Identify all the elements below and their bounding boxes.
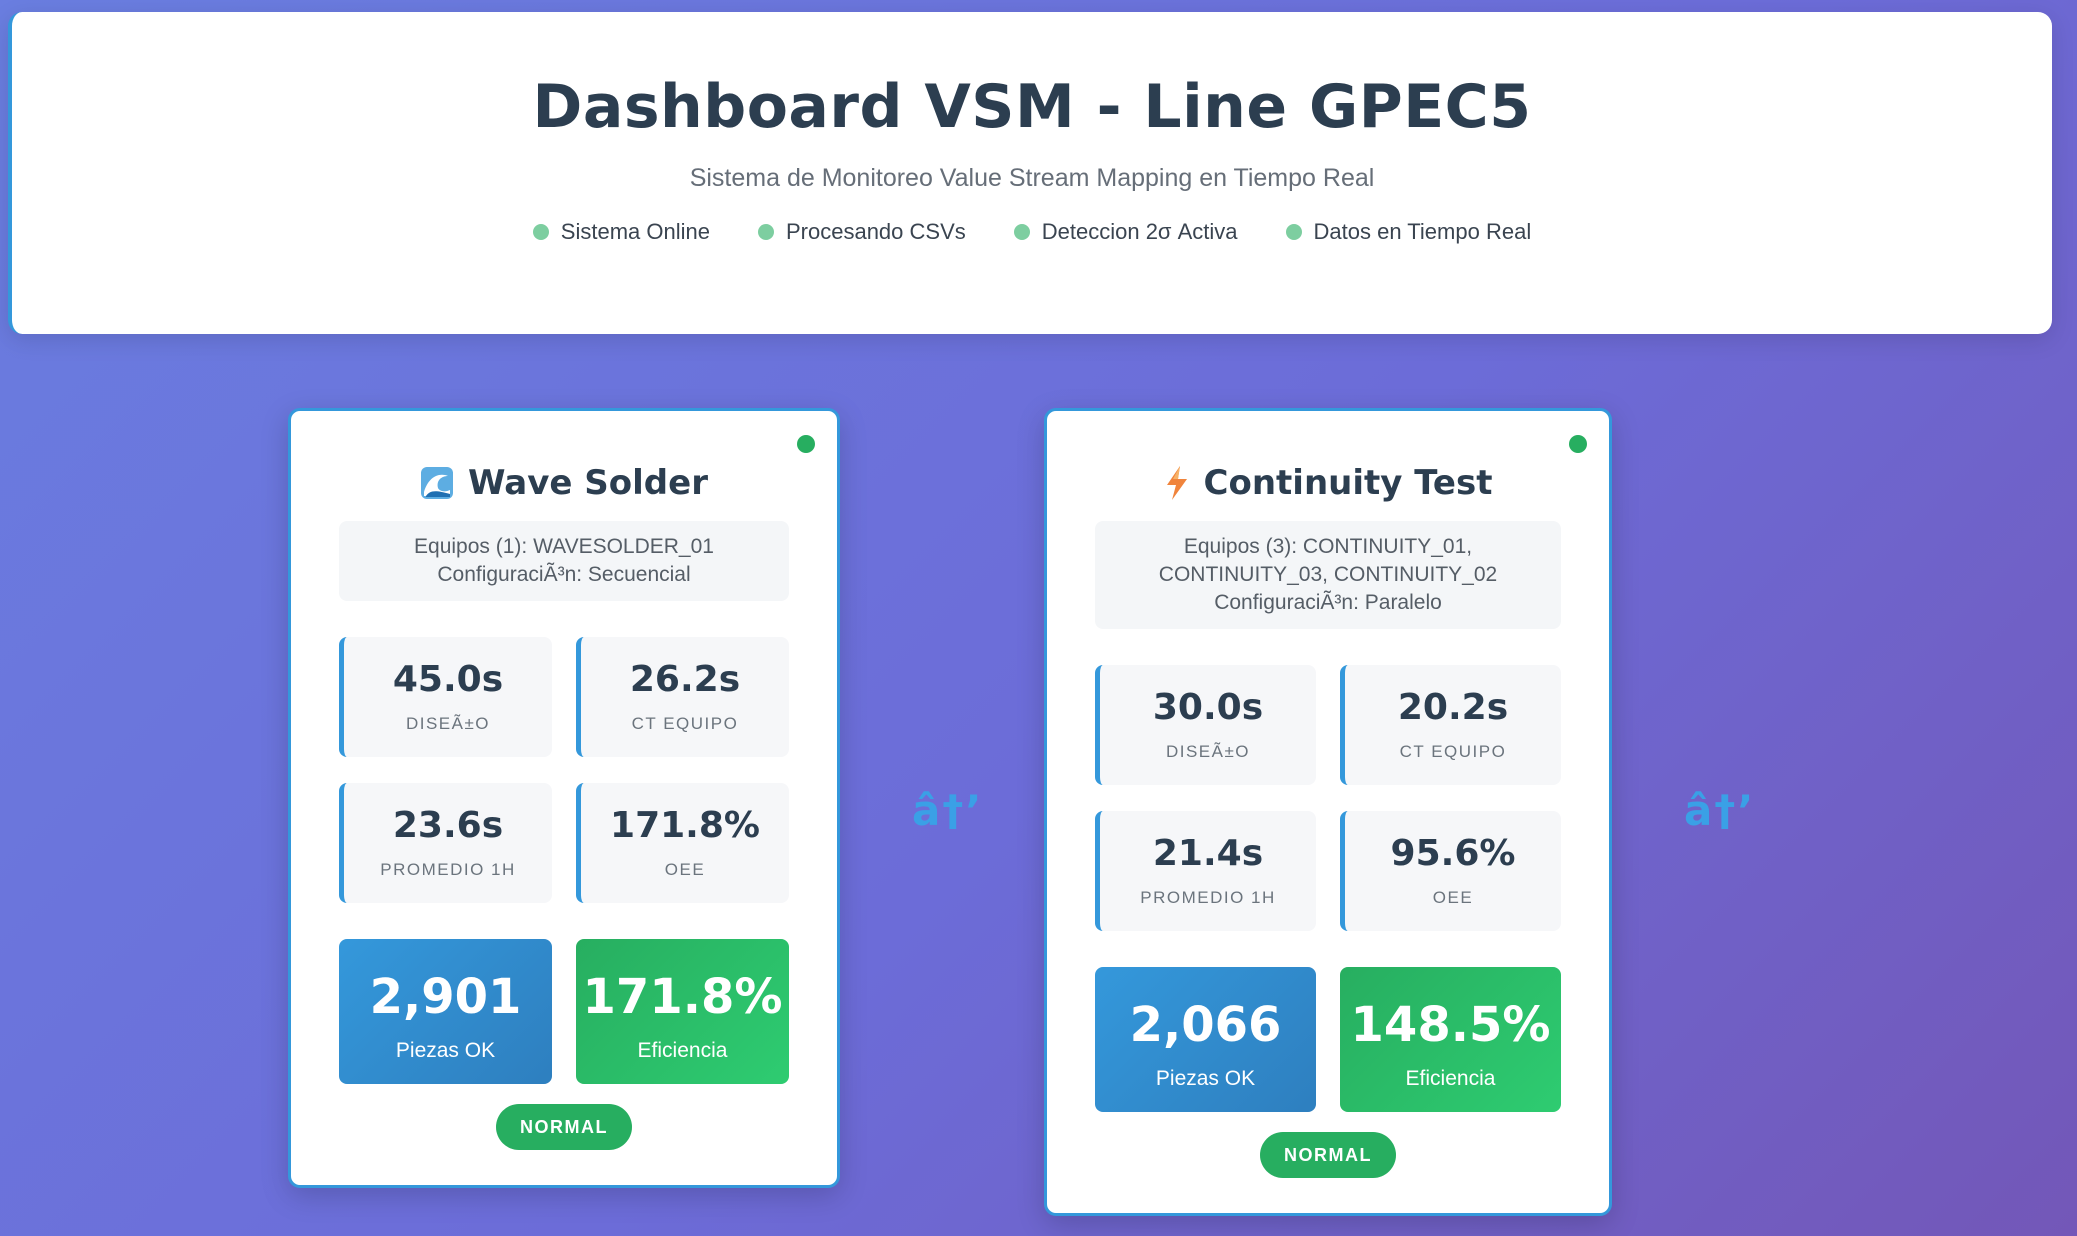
metric-oee: 171.8% OEE <box>576 783 789 903</box>
kpi-eficiencia: 148.5% Eficiencia <box>1340 967 1561 1112</box>
status-item-online: Sistema Online <box>532 219 710 245</box>
status-label: Procesando CSVs <box>785 219 966 244</box>
metric-oee: 95.6% OEE <box>1340 811 1561 931</box>
flow-arrow: â†’ <box>1684 786 1756 835</box>
lightning-icon <box>1166 466 1187 500</box>
metric-ct-equipo: 20.2s CT EQUIPO <box>1340 665 1561 785</box>
station-name: Continuity Test <box>1203 463 1493 503</box>
kpi-eficiencia: 171.8% Eficiencia <box>576 939 789 1084</box>
station-title: Wave Solder <box>291 463 837 503</box>
kpi-label: Piezas OK <box>395 1039 496 1062</box>
equipment-info: Equipos (1): WAVESOLDER_01 ConfiguraciÃ³… <box>339 521 789 601</box>
kpi-value: 2,066 <box>1129 997 1282 1053</box>
metric-label: CT EQUIPO <box>1399 742 1507 761</box>
status-dot-icon <box>1013 224 1030 240</box>
dashboard-header: Dashboard VSM - Line GPEC5 Sistema de Mo… <box>8 12 2052 334</box>
equipment-list: Equipos (1): WAVESOLDER_01 <box>414 535 714 558</box>
metric-label: PROMEDIO 1H <box>1140 888 1276 907</box>
metric-label: DISEÃ±O <box>405 714 491 733</box>
configuration-label: ConfiguraciÃ³n: Paralelo <box>1214 591 1442 614</box>
metric-value: 26.2s <box>629 659 741 700</box>
status-indicators: Sistema Online Procesando CSVs Deteccion… <box>12 219 2052 245</box>
metric-grid: 45.0s DISEÃ±O 26.2s CT EQUIPO 23.6s PROM… <box>339 637 789 903</box>
kpi-value: 171.8% <box>582 969 783 1025</box>
metric-value: 20.2s <box>1397 687 1509 728</box>
station-card-wave-solder[interactable]: Wave Solder Equipos (1): WAVESOLDER_01 C… <box>288 408 840 1188</box>
page-title: Dashboard VSM - Line GPEC5 <box>532 72 1532 142</box>
kpi-grid: 2,066 Piezas OK 148.5% Eficiencia <box>1095 967 1561 1112</box>
metric-value: 95.6% <box>1390 833 1516 874</box>
kpi-piezas-ok: 2,066 Piezas OK <box>1095 967 1316 1112</box>
metric-value: 45.0s <box>392 659 504 700</box>
flow-arrow: â†’ <box>912 786 984 835</box>
metric-value: 171.8% <box>610 805 760 846</box>
kpi-label: Piezas OK <box>1155 1067 1256 1090</box>
metric-promedio: 23.6s PROMEDIO 1H <box>339 783 552 903</box>
metric-ct-equipo: 26.2s CT EQUIPO <box>576 637 789 757</box>
station-card-continuity-test[interactable]: Continuity Test Equipos (3): CONTINUITY_… <box>1044 408 1612 1216</box>
kpi-label: Eficiencia <box>1405 1067 1496 1090</box>
status-dot-icon <box>532 224 549 240</box>
metric-value: 21.4s <box>1152 833 1264 874</box>
status-badge: NORMAL <box>496 1104 632 1150</box>
status-label: Datos en Tiempo Real <box>1313 219 1532 244</box>
station-title: Continuity Test <box>1047 463 1609 503</box>
metric-label: DISEÃ±O <box>1165 742 1251 761</box>
configuration-label: ConfiguraciÃ³n: Secuencial <box>437 563 691 586</box>
wave-icon <box>421 467 454 499</box>
page-subtitle: Sistema de Monitoreo Value Stream Mappin… <box>689 164 1375 192</box>
equipment-list: Equipos (3): CONTINUITY_01, CONTINUITY_0… <box>1158 535 1498 586</box>
metric-label: OEE <box>664 860 706 879</box>
metric-design: 30.0s DISEÃ±O <box>1095 665 1316 785</box>
metric-value: 30.0s <box>1152 687 1264 728</box>
kpi-value: 2,901 <box>369 969 522 1025</box>
live-status-icon <box>1569 435 1587 453</box>
station-name: Wave Solder <box>468 463 708 503</box>
kpi-grid: 2,901 Piezas OK 171.8% Eficiencia <box>339 939 789 1084</box>
status-dot-icon <box>757 224 774 240</box>
status-item-csv: Procesando CSVs <box>757 219 966 245</box>
metric-label: OEE <box>1432 888 1474 907</box>
kpi-value: 148.5% <box>1350 997 1551 1053</box>
status-label: Deteccion 2σ Activa <box>1041 219 1238 244</box>
kpi-label: Eficiencia <box>637 1039 728 1062</box>
kpi-piezas-ok: 2,901 Piezas OK <box>339 939 552 1084</box>
status-item-realtime: Datos en Tiempo Real <box>1285 219 1532 245</box>
equipment-info: Equipos (3): CONTINUITY_01, CONTINUITY_0… <box>1095 521 1561 629</box>
status-label: Sistema Online <box>560 219 710 244</box>
status-item-detection: Deteccion 2σ Activa <box>1013 219 1238 245</box>
live-status-icon <box>797 435 815 453</box>
status-dot-icon <box>1285 224 1302 240</box>
metric-label: PROMEDIO 1H <box>380 860 516 879</box>
status-badge: NORMAL <box>1260 1132 1396 1178</box>
metric-grid: 30.0s DISEÃ±O 20.2s CT EQUIPO 21.4s PROM… <box>1095 665 1561 931</box>
metric-value: 23.6s <box>392 805 504 846</box>
metric-promedio: 21.4s PROMEDIO 1H <box>1095 811 1316 931</box>
metric-design: 45.0s DISEÃ±O <box>339 637 552 757</box>
metric-label: CT EQUIPO <box>631 714 739 733</box>
